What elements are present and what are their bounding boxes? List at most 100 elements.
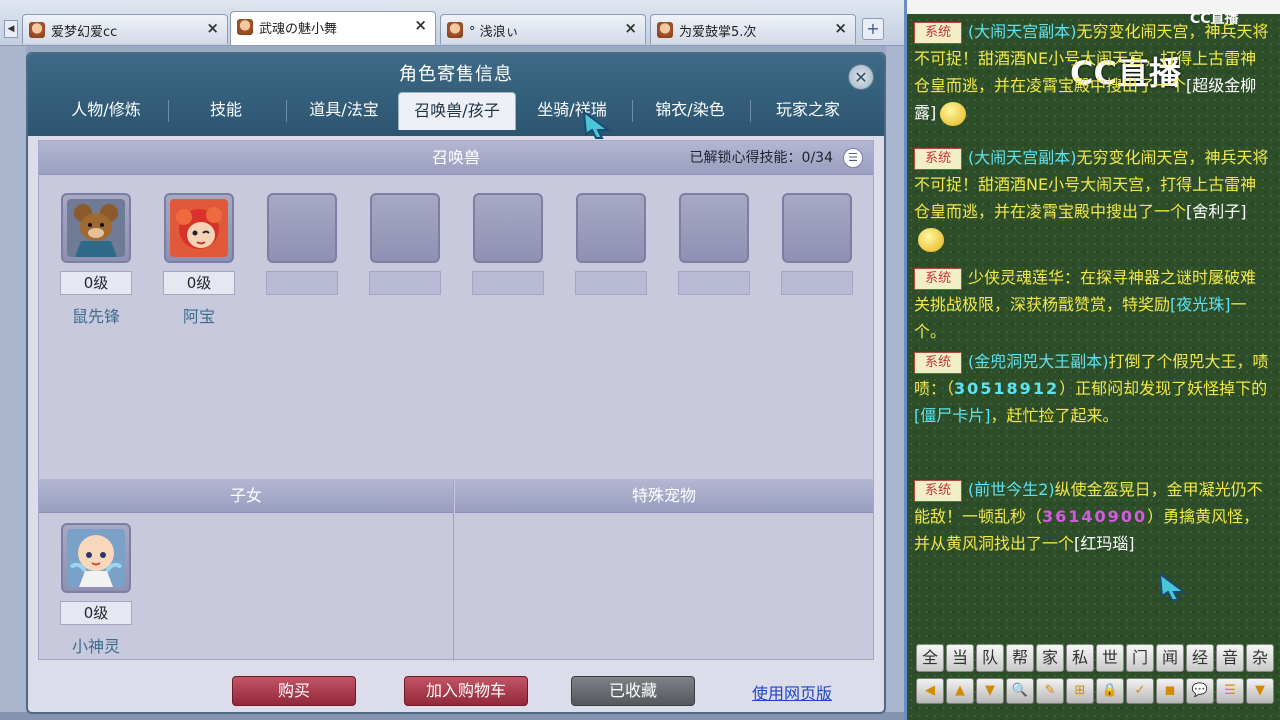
child-level: 0级 [60,601,132,625]
system-tag: 系统 [914,267,962,290]
section-divider [453,479,454,661]
channel-sound-button[interactable]: 音 [1216,644,1244,672]
chat-message-5: 系统 (前世今生2)纵使金盔晃日，金甲凝光仍不能敌！一顿乱秒（36140900）勇… [914,479,1263,553]
browser-tab-2[interactable]: 武魂の魅小舞 × [230,11,436,45]
dialog-title: 角色寄售信息 [399,64,513,85]
channel-news-button[interactable]: 闻 [1156,644,1184,672]
special-pet-section-header: 特殊宠物 [455,479,873,513]
channel-team-button[interactable]: 队 [976,644,1004,672]
close-icon[interactable]: × [834,19,847,37]
channel-family-button[interactable]: 家 [1036,644,1064,672]
smiley-emoji-icon [940,101,967,126]
tab-divider [286,100,287,122]
arrow-left-icon[interactable]: ◀ [916,678,944,704]
list-icon[interactable]: ☰ [843,148,863,168]
dialog-content: 召唤兽 已解锁心得技能：0/34 ☰ 0级 鼠先锋 0级 阿宝 子女 特殊宠物 … [38,140,874,661]
system-tag: 系统 [914,351,962,374]
browser-tab-1[interactable]: 爱梦幻爱cc × [22,14,228,44]
empty-level-field [781,271,853,295]
unlock-skills-counter: 已解锁心得技能：0/34 [689,150,833,166]
channel-experience-button[interactable]: 经 [1186,644,1214,672]
channel-misc-button[interactable]: 杂 [1246,644,1274,672]
empty-level-field [472,271,544,295]
buy-button[interactable]: 购买 [232,676,356,706]
tab-scroll-left-button[interactable]: ◀ [4,20,18,38]
tab-label: ° 浅浪ぃ [469,25,519,40]
empty-pet-slot[interactable] [473,193,543,263]
new-tab-button[interactable]: + [862,18,884,40]
child-slot-1[interactable] [61,523,131,593]
favorited-button[interactable]: 已收藏 [571,676,695,706]
speech-bubble-icon[interactable]: 💬 [1186,678,1214,704]
avatar-icon [447,22,463,38]
pet-slot-1[interactable] [61,193,131,263]
dialog-close-button[interactable]: ✕ [848,64,874,90]
children-section-header: 子女 [39,479,453,513]
system-tag: 系统 [914,147,962,170]
tab-outfits[interactable]: 锦衣/染色 [634,92,746,130]
empty-pet-slot[interactable] [370,193,440,263]
empty-pet-slot[interactable] [576,193,646,263]
child-name[interactable]: 小神灵 [51,633,141,657]
chat-message-1: 系统 (大闹天宫副本)无穷变化闹天宫，神兵天将不可捉！甜酒酒NE小号大闹天宫，打得… [914,18,1270,126]
tab-label: 为爱鼓掌5.次 [679,25,757,40]
pet-slot-2[interactable] [164,193,234,263]
tab-divider [750,100,751,122]
pet-level: 0级 [60,271,132,295]
tab-home[interactable]: 玩家之家 [752,92,864,130]
arrow-down-icon[interactable]: ▼ [976,678,1004,704]
cursor-icon [1158,572,1187,601]
tab-summons[interactable]: 召唤兽/孩子 [398,92,516,130]
chat-message-2: 系统 (大闹天宫副本)无穷变化闹天宫，神兵天将不可捉！甜酒酒NE小号大闹天宫，打得… [914,144,1270,252]
channel-private-button[interactable]: 私 [1066,644,1094,672]
consignment-dialog: 角色寄售信息 ✕ 人物/修炼 技能 道具/法宝 召唤兽/孩子 坐骑/祥瑞 锦衣/… [26,52,886,714]
chat-message-4: 系统 (金兜洞兕大王副本)打倒了个假兕大王，啧啧：（30518912）正郁闷却发现… [914,351,1269,425]
channel-all-button[interactable]: 全 [916,644,944,672]
empty-level-field [266,271,338,295]
search-icon[interactable]: 🔍 [1006,678,1034,704]
empty-level-field [575,271,647,295]
channel-guild-button[interactable]: 帮 [1006,644,1034,672]
close-icon[interactable]: × [624,19,637,37]
tab-skills[interactable]: 技能 [170,92,282,130]
arrow-up-icon[interactable]: ▲ [946,678,974,704]
close-icon[interactable]: × [206,19,219,37]
dropdown-icon[interactable]: ▼ [1246,678,1274,704]
check-icon[interactable]: ✓ [1126,678,1154,704]
empty-level-field [678,271,750,295]
empty-pet-slot[interactable] [267,193,337,263]
empty-pet-slot[interactable] [782,193,852,263]
game-background-left [0,46,26,720]
summon-section-title: 召唤兽 [431,148,480,167]
add-to-cart-button[interactable]: 加入购物车 [404,676,528,706]
avatar-icon [657,22,673,38]
browser-tab-4[interactable]: 为爱鼓掌5.次 × [650,14,856,44]
menu-icon[interactable]: ☰ [1216,678,1244,704]
browser-tab-3[interactable]: ° 浅浪ぃ × [440,14,646,44]
tab-items[interactable]: 道具/法宝 [288,92,400,130]
close-icon[interactable]: × [414,16,427,34]
web-version-link[interactable]: 使用网页版 [752,680,832,704]
pet-name[interactable]: 阿宝 [154,303,244,327]
tab-label: 武魂の魅小舞 [259,22,338,37]
channel-current-button[interactable]: 当 [946,644,974,672]
channel-sect-button[interactable]: 门 [1126,644,1154,672]
cursor-icon [582,110,611,139]
game-background-right [886,46,904,720]
edit-icon[interactable]: ✎ [1036,678,1064,704]
empty-pet-slot[interactable] [679,193,749,263]
lock-icon[interactable]: 🔒 [1096,678,1124,704]
dialog-titlebar: 角色寄售信息 ✕ 人物/修炼 技能 道具/法宝 召唤兽/孩子 坐骑/祥瑞 锦衣/… [28,54,884,136]
grid-icon[interactable]: ⊞ [1066,678,1094,704]
child-avatar-icon [67,529,125,587]
channel-world-button[interactable]: 世 [1096,644,1124,672]
tab-character[interactable]: 人物/修炼 [48,92,164,130]
square-icon[interactable]: ◼ [1156,678,1184,704]
chat-message-3: 系统 少侠灵魂莲华：在探寻神器之谜时屡破难关挑战极限，深获杨戬赞赏，特奖励[夜光珠… [914,267,1257,341]
system-tag: 系统 [914,479,962,502]
pet-name[interactable]: 鼠先锋 [51,303,141,327]
tab-label: 爱梦幻爱cc [51,25,118,40]
tab-divider [168,100,169,122]
summon-section-header: 召唤兽 已解锁心得技能：0/34 ☰ [39,141,873,175]
tab-divider [632,100,633,122]
